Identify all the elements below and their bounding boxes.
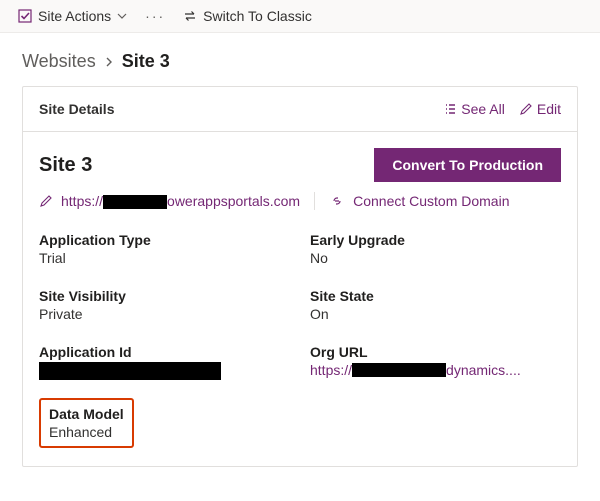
redacted-app-id (39, 362, 221, 380)
breadcrumb-parent[interactable]: Websites (22, 51, 96, 72)
site-title: Site 3 (39, 154, 92, 177)
pencil-icon[interactable] (39, 194, 53, 208)
switch-classic-button[interactable]: Switch To Classic (183, 8, 312, 24)
field-label: Site Visibility (39, 288, 290, 304)
more-actions-button[interactable]: ··· (145, 8, 165, 24)
field-label: Site State (310, 288, 561, 304)
properties-grid: Application Type Trial Early Upgrade No … (39, 232, 561, 380)
field-value: No (310, 250, 561, 266)
convert-to-production-button[interactable]: Convert To Production (374, 148, 561, 182)
top-toolbar: Site Actions ··· Switch To Classic (0, 0, 600, 33)
link-icon (329, 194, 345, 208)
card-body: Site 3 Convert To Production https:// owe… (23, 132, 577, 466)
switch-classic-label: Switch To Classic (203, 8, 312, 24)
breadcrumb: Websites Site 3 (0, 33, 600, 86)
redacted-url-part (103, 195, 167, 209)
field-value: On (310, 306, 561, 322)
org-url-link[interactable]: https:// dynamics.... (310, 362, 561, 378)
field-site-visibility: Site Visibility Private (39, 288, 290, 322)
edit-label: Edit (537, 101, 561, 117)
org-url-suffix: dynamics.... (446, 362, 521, 378)
list-icon (443, 102, 457, 116)
field-label: Data Model (49, 406, 124, 422)
url-prefix: https:// (61, 193, 103, 209)
field-label: Application Id (39, 344, 290, 360)
pencil-icon (519, 102, 533, 116)
chevron-right-icon (104, 56, 114, 68)
connect-custom-domain-link[interactable]: Connect Custom Domain (353, 193, 509, 209)
see-all-label: See All (461, 101, 505, 117)
field-site-state: Site State On (310, 288, 561, 322)
breadcrumb-current: Site 3 (122, 51, 170, 72)
field-label: Org URL (310, 344, 561, 360)
swap-icon (183, 9, 197, 23)
field-value: Trial (39, 250, 290, 266)
edit-button[interactable]: Edit (519, 101, 561, 117)
field-label: Early Upgrade (310, 232, 561, 248)
field-value: Private (39, 306, 290, 322)
field-org-url: Org URL https:// dynamics.... (310, 344, 561, 380)
field-application-type: Application Type Trial (39, 232, 290, 266)
org-url-prefix: https:// (310, 362, 352, 378)
see-all-button[interactable]: See All (443, 101, 505, 117)
field-value: Enhanced (49, 424, 124, 440)
field-label: Application Type (39, 232, 290, 248)
chevron-down-icon (117, 11, 127, 21)
site-url-link[interactable]: https:// owerappsportals.com (61, 193, 300, 209)
site-details-card: Site Details See All Edit Site 3 Convert… (22, 86, 578, 467)
redacted-org-url (352, 363, 446, 377)
check-icon (18, 9, 32, 23)
site-actions-label: Site Actions (38, 8, 111, 24)
field-application-id: Application Id (39, 344, 290, 380)
data-model-highlight: Data Model Enhanced (39, 398, 134, 448)
url-suffix: owerappsportals.com (167, 193, 300, 209)
site-actions-menu[interactable]: Site Actions (18, 8, 127, 24)
field-value (39, 362, 290, 380)
card-header: Site Details See All Edit (23, 87, 577, 132)
field-early-upgrade: Early Upgrade No (310, 232, 561, 266)
card-title: Site Details (39, 101, 114, 117)
vertical-separator (314, 192, 315, 210)
site-url-row: https:// owerappsportals.com Connect Cust… (39, 192, 561, 210)
